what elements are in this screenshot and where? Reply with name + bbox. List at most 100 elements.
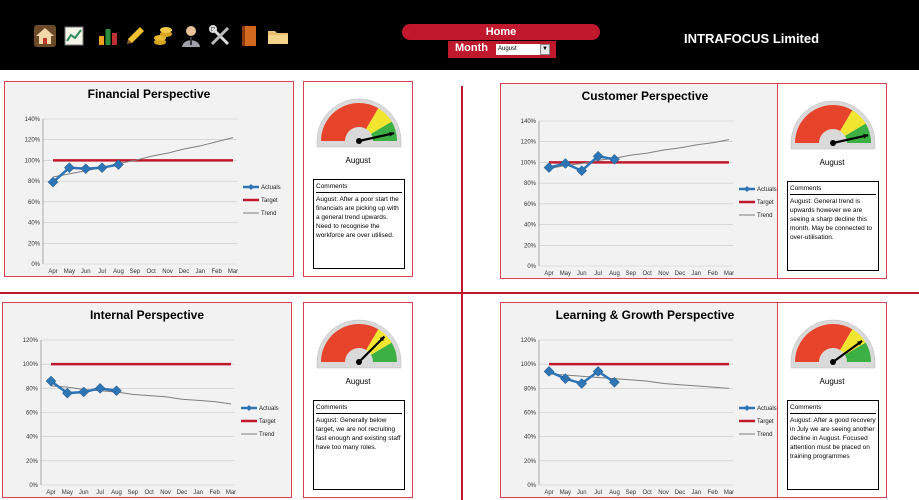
actuals-point — [543, 366, 555, 377]
chart-legend: Actuals Target Trend — [241, 405, 279, 438]
x-tick-label: Mar — [724, 271, 734, 277]
gauge-panel: August Comments August: After a good recov… — [777, 302, 887, 498]
comments-box: Comments August: After a poor start the f… — [313, 179, 405, 269]
x-tick-label: May — [62, 490, 73, 496]
trend-line — [548, 139, 730, 170]
x-tick-label: Apr — [48, 269, 57, 275]
y-tick-label: 60% — [524, 411, 537, 417]
x-tick-label: Nov — [162, 269, 173, 275]
x-tick-label: Aug — [609, 490, 620, 496]
x-tick-label: Aug — [111, 490, 122, 496]
y-tick-label: 120% — [23, 338, 39, 344]
x-tick-label: Feb — [707, 271, 718, 277]
actuals-point — [94, 382, 106, 394]
comments-box: Comments August: Generally below target, … — [313, 400, 405, 490]
comments-text: August: General trend is upwards however… — [790, 198, 873, 241]
line-chart: 0% 20% 40% 60% 80% 100% 120% 140% Apr May Jun Jul Au… — [25, 117, 281, 275]
trend-line — [52, 137, 234, 178]
gauge-dial — [790, 319, 876, 369]
x-tick-label: Jul — [594, 271, 602, 277]
chart-icon[interactable] — [62, 24, 86, 48]
horizontal-divider — [0, 292, 919, 294]
x-tick-label: May — [560, 490, 571, 496]
x-tick-label: Sep — [625, 490, 636, 496]
comments-header: Comments — [316, 403, 402, 414]
bar-chart-icon[interactable] — [96, 24, 120, 48]
gauge-hub — [830, 140, 836, 146]
y-tick-label: 80% — [28, 179, 41, 185]
chart-panel: Customer Perspective 0% 20% 40% 60% 80% 100% 12… — [500, 83, 790, 279]
pencil-icon[interactable] — [123, 24, 147, 48]
x-tick-label: Jan — [691, 490, 701, 496]
legend-trend-label: Trend — [757, 213, 772, 219]
y-tick-label: 140% — [521, 119, 537, 125]
line-chart: 0% 20% 40% 60% 80% 100% 120% Apr May Jun Jul Aug Sep… — [23, 338, 279, 496]
y-tick-label: 100% — [521, 362, 537, 368]
x-tick-label: Nov — [658, 490, 669, 496]
gauge-month-label: August — [819, 158, 845, 167]
legend-actuals-label: Actuals — [261, 185, 281, 191]
month-dropdown[interactable]: August — [496, 44, 540, 55]
legend-target-label: Target — [259, 419, 276, 425]
x-tick-label: Feb — [211, 269, 222, 275]
y-tick-label: 100% — [521, 160, 537, 166]
y-tick-label: 120% — [521, 140, 537, 146]
chart-legend: Actuals Target Trend — [243, 184, 281, 217]
x-tick-label: Mar — [226, 490, 236, 496]
x-tick-label: Aug — [609, 271, 620, 277]
trend-line — [50, 385, 232, 405]
x-tick-label: Dec — [675, 271, 686, 277]
x-tick-label: Oct — [145, 490, 155, 496]
gauge-panel: August Comments August: After a poor start… — [303, 81, 413, 277]
y-tick-label: 40% — [28, 221, 41, 227]
x-tick-label: Sep — [127, 490, 138, 496]
actuals-point — [96, 162, 108, 174]
x-tick-label: Oct — [147, 269, 157, 275]
book-icon[interactable] — [237, 24, 261, 48]
gauge-hub — [830, 359, 836, 365]
gauge-hub — [356, 359, 362, 365]
top-toolbar: Home Month August ▼ INTRAFOCUS Limited — [0, 0, 919, 70]
comments-text: August: Generally below target, we are n… — [316, 417, 401, 451]
line-chart: 0% 20% 40% 60% 80% 100% 120% Apr May Jun Jul Aug Sep… — [521, 338, 777, 496]
gauge-month-label: August — [345, 156, 371, 165]
coins-icon[interactable] — [151, 24, 175, 48]
chevron-down-icon[interactable]: ▼ — [540, 44, 550, 55]
x-tick-label: Feb — [209, 490, 220, 496]
y-tick-label: 100% — [25, 158, 41, 164]
x-tick-label: Apr — [46, 490, 55, 496]
y-tick-label: 20% — [26, 459, 39, 465]
x-tick-label: Nov — [160, 490, 171, 496]
x-tick-label: Mar — [228, 269, 238, 275]
x-tick-label: Jul — [98, 269, 106, 275]
y-tick-label: 0% — [29, 483, 38, 489]
home-button[interactable]: Home — [402, 24, 600, 40]
legend-actuals-marker — [744, 186, 750, 192]
comments-text: August: After a poor start the financial… — [316, 196, 399, 239]
person-icon[interactable] — [179, 24, 203, 48]
comments-box: Comments August: General trend is upwards… — [787, 181, 879, 271]
x-tick-label: Jun — [577, 271, 587, 277]
folder-icon[interactable] — [266, 24, 290, 48]
x-tick-label: Jan — [691, 271, 701, 277]
tools-icon[interactable] — [208, 24, 232, 48]
month-selector-panel: Month August ▼ — [448, 41, 556, 58]
y-tick-label: 60% — [26, 411, 39, 417]
company-name: INTRAFOCUS Limited — [684, 31, 820, 46]
x-tick-label: Dec — [675, 490, 686, 496]
home-icon[interactable] — [33, 24, 57, 48]
x-tick-label: Sep — [625, 271, 636, 277]
chart-legend: Actuals Target Trend — [739, 186, 777, 219]
y-tick-label: 0% — [527, 483, 536, 489]
actuals-point — [560, 158, 571, 169]
y-tick-label: 140% — [25, 117, 41, 123]
y-tick-label: 80% — [26, 386, 39, 392]
legend-trend-label: Trend — [259, 432, 274, 438]
x-tick-label: Jul — [594, 490, 602, 496]
legend-trend-label: Trend — [757, 432, 772, 438]
x-tick-label: Dec — [177, 490, 188, 496]
x-tick-label: May — [560, 271, 571, 277]
x-tick-label: Jan — [193, 490, 203, 496]
line-chart: 0% 20% 40% 60% 80% 100% 120% 140% Apr May Jun Jul Au… — [521, 119, 777, 277]
legend-actuals-marker — [246, 405, 252, 411]
